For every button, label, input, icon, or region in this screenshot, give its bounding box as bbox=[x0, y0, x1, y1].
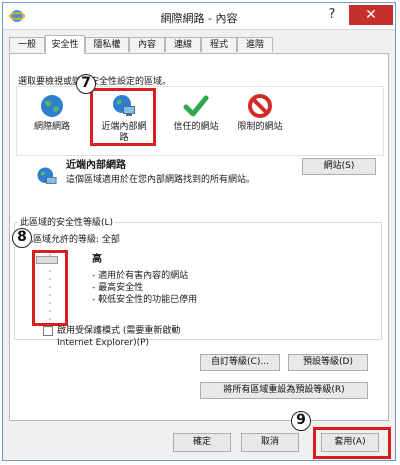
highlight-slider-box bbox=[32, 250, 68, 326]
security-panel: 選取要檢視或變更安全性設定的區域。 網際網路 近端內部網路 bbox=[9, 53, 389, 421]
zone-restricted-sites[interactable]: 限制的網站 bbox=[231, 93, 289, 133]
sites-button[interactable]: 網站(S) bbox=[302, 158, 376, 175]
internet-options-window: 網際網路 - 內容 ? ✕ 一般 安全性 隱私權 內容 連線 程式 進階 選取要… bbox=[2, 2, 396, 461]
step-8-badge: 8 bbox=[12, 228, 32, 248]
cancel-button[interactable]: 取消 bbox=[241, 433, 299, 452]
step-9-badge: 9 bbox=[291, 411, 311, 431]
selected-zone-icon bbox=[37, 167, 57, 184]
security-level-group-title: 此區域的安全性等級(L) bbox=[18, 215, 116, 228]
level-desc-line: - 適用於有害內容的網站 bbox=[92, 271, 189, 281]
default-level-button[interactable]: 預設等級(D) bbox=[288, 354, 368, 371]
protected-mode-label: 啟用受保護模式 (需要重新啟動 Internet Explorer)(P) bbox=[57, 325, 180, 349]
check-icon bbox=[183, 95, 209, 117]
reset-all-zones-button[interactable]: 將所有區域重設為預設等級(R) bbox=[200, 382, 368, 399]
title-bar: 網際網路 - 內容 ? ✕ bbox=[3, 3, 395, 30]
selected-zone-title: 近端內部網路 bbox=[66, 160, 126, 171]
tab-content[interactable]: 內容 bbox=[129, 37, 165, 52]
tab-security[interactable]: 安全性 bbox=[45, 35, 85, 54]
custom-level-button[interactable]: 自訂等級(C)... bbox=[200, 354, 280, 371]
protected-mode-label-line2: Internet Explorer)(P) bbox=[57, 338, 150, 348]
level-desc-line: - 較低安全性的功能已停用 bbox=[92, 295, 198, 305]
tab-privacy[interactable]: 隱私權 bbox=[85, 37, 129, 52]
ok-button[interactable]: 確定 bbox=[173, 433, 231, 452]
close-button[interactable]: ✕ bbox=[349, 5, 393, 25]
step-7-badge: 7 bbox=[76, 74, 96, 94]
protected-mode-checkbox[interactable] bbox=[43, 326, 53, 336]
globe-icon bbox=[41, 95, 63, 117]
allowed-levels-text: 此區域允許的等級: 全部 bbox=[24, 235, 120, 245]
highlight-apply-box bbox=[313, 427, 391, 459]
security-level-name: 高 bbox=[92, 254, 102, 265]
zone-internet[interactable]: 網際網路 bbox=[23, 93, 81, 133]
tab-connections[interactable]: 連線 bbox=[165, 37, 201, 52]
zone-trusted-sites-label: 信任的網站 bbox=[173, 122, 219, 132]
selected-zone-description: 這個區域適用於在您內部網路找到的所有網站。 bbox=[66, 175, 256, 185]
level-desc-line: - 最高安全性 bbox=[92, 283, 144, 293]
tab-general[interactable]: 一般 bbox=[9, 37, 45, 52]
help-button[interactable]: ? bbox=[319, 5, 345, 25]
protected-mode-label-line1: 啟用受保護模式 (需要重新啟動 bbox=[57, 326, 181, 336]
highlight-zone-box bbox=[90, 88, 156, 146]
tab-programs[interactable]: 程式 bbox=[201, 37, 237, 52]
zone-list: 網際網路 近端內部網路 信任的網站 限制的網站 bbox=[16, 86, 384, 156]
block-icon bbox=[248, 94, 272, 118]
security-level-description: - 適用於有害內容的網站 - 最高安全性 - 較低安全性的功能已停用 bbox=[92, 270, 197, 306]
zone-restricted-sites-label: 限制的網站 bbox=[237, 122, 283, 132]
tab-advanced[interactable]: 進階 bbox=[237, 37, 273, 52]
zone-trusted-sites[interactable]: 信任的網站 bbox=[167, 93, 225, 133]
zone-internet-label: 網際網路 bbox=[33, 122, 70, 132]
